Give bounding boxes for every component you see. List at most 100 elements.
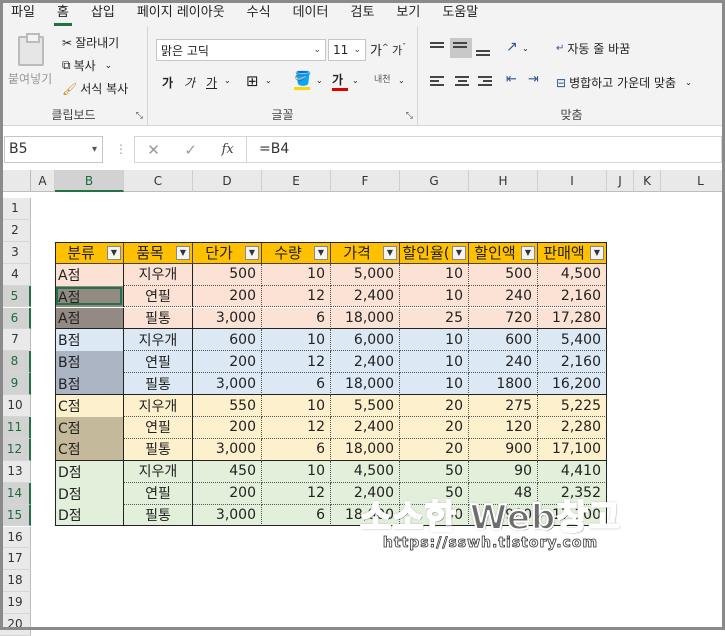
underline-button[interactable]: 가 bbox=[206, 74, 217, 91]
value-cell[interactable]: 240 bbox=[469, 285, 538, 308]
row-header[interactable]: 17 bbox=[0, 548, 31, 571]
column-header[interactable]: K bbox=[634, 170, 661, 192]
value-cell[interactable]: 5,400 bbox=[538, 329, 607, 352]
value-cell[interactable]: 120 bbox=[469, 417, 538, 439]
category-cell[interactable]: B점 bbox=[55, 351, 124, 374]
value-cell[interactable]: 18,000 bbox=[331, 504, 400, 527]
menu-item[interactable]: 홈 bbox=[46, 0, 80, 26]
value-cell[interactable]: 5,225 bbox=[538, 395, 607, 417]
menu-item[interactable]: 파일 bbox=[0, 0, 46, 26]
value-cell[interactable]: 2,280 bbox=[538, 417, 607, 439]
row-header[interactable]: 20 bbox=[0, 614, 31, 636]
chevron-down-icon[interactable]: ⌄ bbox=[265, 76, 272, 85]
value-cell[interactable]: 17,100 bbox=[538, 504, 607, 527]
filter-dropdown-icon[interactable]: ▼ bbox=[383, 245, 397, 260]
row-header[interactable]: 2 bbox=[0, 219, 31, 242]
row-header[interactable]: 18 bbox=[0, 570, 31, 593]
increase-indent-icon[interactable]: ⇥ bbox=[528, 72, 539, 87]
item-cell[interactable]: 지우개 bbox=[124, 395, 193, 417]
value-cell[interactable]: 3,000 bbox=[193, 504, 262, 527]
row-header[interactable]: 8 bbox=[0, 351, 31, 374]
item-cell[interactable]: 연필 bbox=[124, 285, 193, 308]
item-cell[interactable]: 필통 bbox=[124, 438, 193, 461]
value-cell[interactable]: 600 bbox=[469, 329, 538, 352]
table-header-cell[interactable]: 수량 ▼ bbox=[262, 241, 331, 264]
grow-font-button[interactable]: 가^ bbox=[370, 40, 389, 59]
merge-center-button[interactable]: ⊟ 병합하고 가운데 맞춤 ⌄ bbox=[556, 74, 692, 91]
menu-item[interactable]: 도움말 bbox=[431, 0, 489, 26]
value-cell[interactable]: 12 bbox=[262, 285, 331, 308]
value-cell[interactable]: 10 bbox=[400, 329, 469, 352]
value-cell[interactable]: 200 bbox=[193, 417, 262, 439]
menu-item[interactable]: 검토 bbox=[339, 0, 385, 26]
chevron-down-icon[interactable]: ⌄ bbox=[522, 44, 529, 53]
table-header-cell[interactable]: 품목 ▼ bbox=[124, 241, 193, 264]
dialog-launcher-icon[interactable]: ⤡ bbox=[136, 111, 143, 121]
font-name-combo[interactable]: 맑은 고딕 ⌄ bbox=[156, 39, 326, 61]
align-top-icon[interactable] bbox=[430, 40, 446, 54]
row-header[interactable]: 13 bbox=[0, 460, 31, 483]
menu-item[interactable]: 수식 bbox=[236, 0, 282, 26]
value-cell[interactable]: 2,352 bbox=[538, 482, 607, 505]
menu-item[interactable]: 보기 bbox=[385, 0, 431, 26]
menu-item[interactable]: 페이지 레이아웃 bbox=[126, 0, 236, 26]
table-header-cell[interactable]: 분류 ▼ bbox=[55, 241, 124, 264]
item-cell[interactable]: 연필 bbox=[124, 351, 193, 374]
category-cell[interactable]: C점 bbox=[55, 395, 124, 417]
value-cell[interactable]: 25 bbox=[400, 307, 469, 330]
category-cell[interactable]: A점 bbox=[55, 263, 124, 286]
align-right-icon[interactable] bbox=[478, 74, 494, 88]
value-cell[interactable]: 600 bbox=[193, 329, 262, 352]
row-header[interactable]: 14 bbox=[0, 482, 31, 505]
value-cell[interactable]: 18,000 bbox=[331, 373, 400, 396]
row-header[interactable]: 7 bbox=[0, 329, 31, 352]
value-cell[interactable]: 900 bbox=[469, 438, 538, 461]
value-cell[interactable]: 2,160 bbox=[538, 285, 607, 308]
value-cell[interactable]: 720 bbox=[469, 307, 538, 330]
item-cell[interactable]: 연필 bbox=[124, 482, 193, 505]
filter-dropdown-icon[interactable]: ▼ bbox=[452, 245, 466, 260]
row-header[interactable]: 15 bbox=[0, 504, 31, 527]
font-color-button[interactable]: 가 bbox=[332, 71, 348, 91]
row-header[interactable]: 5 bbox=[0, 285, 31, 308]
font-size-combo[interactable]: 11 ⌄ bbox=[328, 39, 366, 61]
row-header[interactable]: 12 bbox=[0, 438, 31, 461]
value-cell[interactable]: 450 bbox=[193, 460, 262, 483]
table-header-cell[interactable]: 가격 ▼ bbox=[331, 241, 400, 264]
value-cell[interactable]: 50 bbox=[400, 460, 469, 483]
filter-dropdown-icon[interactable]: ▼ bbox=[176, 245, 190, 260]
value-cell[interactable]: 12 bbox=[262, 417, 331, 439]
value-cell[interactable]: 20 bbox=[400, 438, 469, 461]
format-painter-button[interactable]: 🖌 서식 복사 bbox=[62, 80, 128, 97]
value-cell[interactable]: 10 bbox=[262, 329, 331, 352]
worksheet-grid[interactable]: A B C D E F G H I J K L 1 2 3 4 5 6 7 8 9 10 11 12 13 14 15 16 17 18 1… bbox=[0, 170, 725, 636]
column-header[interactable]: A bbox=[31, 170, 55, 192]
value-cell[interactable]: 6,000 bbox=[331, 329, 400, 352]
value-cell[interactable]: 6 bbox=[262, 307, 331, 330]
value-cell[interactable]: 2,400 bbox=[331, 482, 400, 505]
value-cell[interactable]: 10 bbox=[262, 395, 331, 417]
value-cell[interactable]: 10 bbox=[262, 263, 331, 286]
column-header[interactable]: H bbox=[469, 170, 538, 192]
enter-icon[interactable]: ✓ bbox=[184, 141, 197, 159]
chevron-down-icon[interactable]: ⌄ bbox=[398, 76, 405, 85]
chevron-down-icon[interactable]: ⌄ bbox=[316, 76, 323, 85]
row-header[interactable]: 16 bbox=[0, 526, 31, 549]
cancel-icon[interactable]: ✕ bbox=[147, 141, 160, 159]
value-cell[interactable]: 4,410 bbox=[538, 460, 607, 483]
value-cell[interactable]: 48 bbox=[469, 482, 538, 505]
column-header[interactable]: D bbox=[193, 170, 262, 192]
copy-button[interactable]: ⧉ 복사 ⌄ bbox=[62, 57, 112, 74]
category-cell[interactable]: D점 bbox=[55, 460, 124, 483]
value-cell[interactable]: 3,000 bbox=[193, 373, 262, 396]
value-cell[interactable]: 18,000 bbox=[331, 438, 400, 461]
menu-item[interactable]: 데이터 bbox=[282, 0, 340, 26]
table-header-cell[interactable]: 단가 ▼ bbox=[193, 241, 262, 264]
value-cell[interactable]: 1800 bbox=[469, 373, 538, 396]
table-header-cell[interactable]: 판매액 ▼ bbox=[538, 241, 607, 264]
row-header[interactable]: 3 bbox=[0, 241, 31, 264]
menu-item[interactable]: 삽입 bbox=[80, 0, 126, 26]
align-left-icon[interactable] bbox=[430, 74, 446, 88]
filter-dropdown-icon[interactable]: ▼ bbox=[314, 245, 328, 260]
value-cell[interactable]: 550 bbox=[193, 395, 262, 417]
